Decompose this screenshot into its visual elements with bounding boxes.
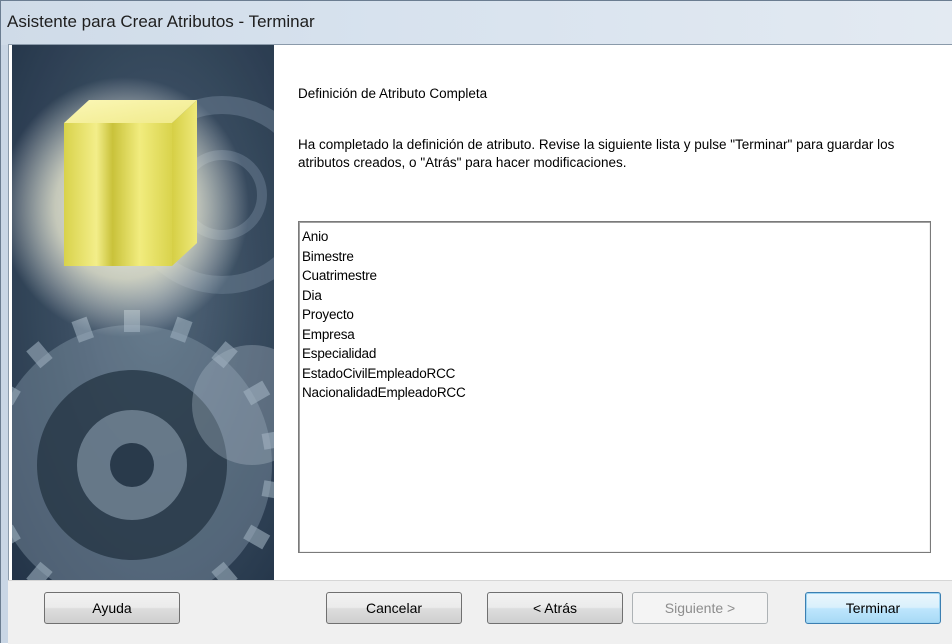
next-button[interactable]: Siguiente > [632,592,768,624]
page-description: Ha completado la definición de atributo.… [298,137,895,170]
wizard-side-image [12,45,274,580]
list-item[interactable]: NacionalidadEmpleadoRCC [302,383,930,403]
list-item[interactable]: EstadoCivilEmpleadoRCC [302,364,930,384]
back-button[interactable]: < Atrás [487,592,623,624]
list-item[interactable]: Especialidad [302,344,930,364]
help-button[interactable]: Ayuda [44,592,180,624]
list-item[interactable]: Bimestre [302,247,930,267]
attributes-listbox[interactable]: Anio Bimestre Cuatrimestre Dia Proyecto … [298,221,931,553]
list-item[interactable]: Dia [302,286,930,306]
page-heading: Definición de Atributo Completa [298,86,488,101]
finish-button[interactable]: Terminar [805,592,941,624]
list-item[interactable]: Cuatrimestre [302,266,930,286]
cancel-button[interactable]: Cancelar [326,592,462,624]
list-item[interactable]: Empresa [302,325,930,345]
title-bar[interactable]: Asistente para Crear Atributos - Termina… [1,1,952,45]
list-item[interactable]: Proyecto [302,305,930,325]
list-item[interactable]: Anio [302,227,930,247]
window-title: Asistente para Crear Atributos - Termina… [7,12,315,31]
gears-cube-illustration [12,45,274,580]
